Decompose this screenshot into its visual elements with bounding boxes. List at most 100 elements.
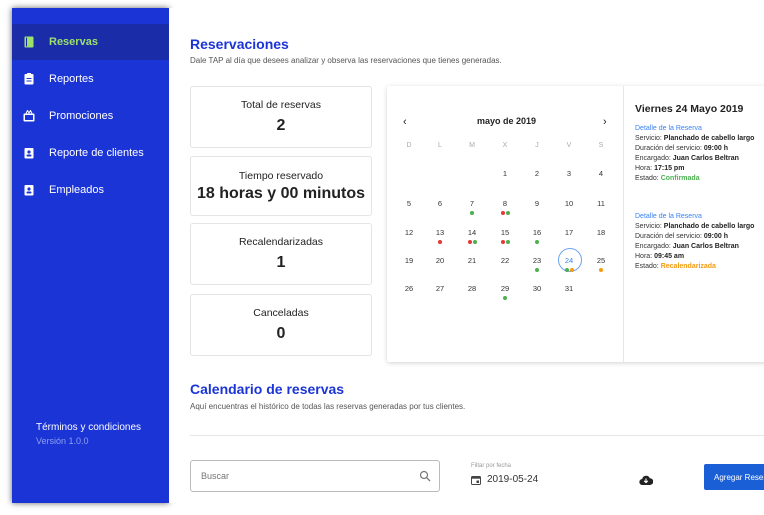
calendar-day[interactable]: 18 [591, 228, 611, 237]
reservation-dots [527, 268, 547, 272]
calendar-day[interactable]: 27 [430, 284, 450, 293]
weekday-label: L [438, 142, 442, 149]
calendar-panel: ‹ mayo de 2019 › D L M X J V S 1 2 3 4 5 6 7 8 9 10 11 12 1… [387, 86, 764, 362]
calendar-day[interactable]: 9 [527, 199, 547, 208]
time-label: Hora: [635, 253, 653, 260]
sidebar-item-reportes[interactable]: Reportes [12, 61, 169, 97]
badge-icon [24, 148, 34, 159]
calendar-day[interactable]: 7 [462, 199, 482, 208]
calendar-day[interactable]: 12 [399, 228, 419, 237]
calendar-day[interactable]: 5 [399, 199, 419, 208]
next-month-button[interactable]: › [603, 116, 607, 128]
reservation-dot [470, 211, 474, 215]
prev-month-button[interactable]: ‹ [403, 116, 407, 128]
calendar-day[interactable]: 3 [559, 169, 579, 178]
section-title: Calendario de reservas [190, 381, 345, 397]
reservation-detail: Detalle de la Reserva Servicio: Planchad… [635, 212, 754, 272]
reservation-dots [462, 240, 482, 244]
calendar-day[interactable]: 4 [591, 169, 611, 178]
calendar-day[interactable]: 22 [495, 256, 515, 265]
status-label: Estado: [635, 175, 659, 182]
add-reservation-button[interactable]: Agregar Reserva [704, 464, 764, 490]
calendar-day[interactable]: 14 [462, 228, 482, 237]
reservation-dot [569, 268, 574, 272]
time-value: 17:15 pm [654, 165, 685, 172]
sidebar-item-reporte-clientes[interactable]: Reporte de clientes [12, 135, 169, 171]
time-value: 09:45 am [654, 253, 685, 260]
calendar-day[interactable]: 23 [527, 256, 547, 265]
status-badge: Confirmada [660, 175, 700, 182]
calendar-day[interactable]: 11 [591, 199, 611, 208]
calendar-day[interactable]: 10 [559, 199, 579, 208]
reservation-dots [495, 296, 515, 300]
search-input[interactable] [199, 470, 413, 482]
reservation-dot [438, 240, 442, 244]
calendar-day[interactable]: 20 [430, 256, 450, 265]
calendar-day[interactable]: 2 [527, 169, 547, 178]
divider [190, 435, 764, 436]
sidebar-item-label: Empleados [49, 184, 105, 196]
weekday-label: J [535, 142, 539, 149]
calendar-day[interactable]: 30 [527, 284, 547, 293]
calendar-day[interactable]: 24 [559, 256, 579, 265]
reservation-dots [591, 268, 611, 272]
stat-value: 2 [276, 117, 286, 134]
main-content: Reservaciones Dale TAP al día que desees… [169, 8, 764, 503]
staff-value: Juan Carlos Beltran [672, 243, 739, 250]
date-filter[interactable]: 2019-05-24 [471, 474, 538, 485]
stat-card-recalendarizadas: Recalendarizadas 1 [190, 223, 372, 285]
calendar-day[interactable]: 31 [559, 284, 579, 293]
sidebar: Reservas Reportes Promociones Reporte de… [12, 8, 169, 503]
calendar-day[interactable]: 15 [495, 228, 515, 237]
weekday-label: D [406, 142, 412, 149]
reservation-dot [467, 240, 472, 244]
sidebar-item-empleados[interactable]: Empleados [12, 172, 169, 208]
calendar-day[interactable]: 13 [430, 228, 450, 237]
stat-title: Tiempo reservado [238, 170, 324, 182]
calendar-day[interactable]: 19 [399, 256, 419, 265]
detail-link[interactable]: Detalle de la Reserva [635, 212, 754, 222]
version-label: Versión 1.0.0 [36, 436, 89, 446]
calendar-day[interactable]: 17 [559, 228, 579, 237]
page-title: Reservaciones [190, 36, 289, 52]
reservation-dot [535, 268, 539, 272]
calendar-day[interactable]: 29 [495, 284, 515, 293]
stat-title: Total de reservas [241, 99, 321, 111]
stat-card-canceladas: Canceladas 0 [190, 294, 372, 356]
calendar-day[interactable]: 8 [495, 199, 515, 208]
sidebar-item-label: Reporte de clientes [49, 147, 144, 159]
stat-value: 0 [276, 325, 286, 342]
service-value: Planchado de cabello largo [663, 223, 755, 230]
detail-link[interactable]: Detalle de la Reserva [635, 124, 754, 134]
sidebar-item-reservas[interactable]: Reservas [12, 24, 169, 60]
search-icon[interactable] [419, 470, 431, 482]
weekday-label: S [598, 142, 604, 149]
stat-card-total: Total de reservas 2 [190, 86, 372, 148]
cloud-download-icon[interactable] [639, 474, 653, 486]
calendar-day[interactable]: 28 [462, 284, 482, 293]
filter-date-value: 2019-05-24 [487, 474, 539, 485]
calendar-day[interactable]: 26 [399, 284, 419, 293]
calendar-day[interactable]: 6 [430, 199, 450, 208]
calendar-icon [471, 475, 481, 485]
stat-value: 18 horas y 00 minutos [196, 185, 366, 202]
service-label: Servicio: [635, 223, 662, 230]
stat-value: 1 [276, 254, 286, 271]
duration-label: Duración del servicio: [635, 145, 702, 152]
reservation-dot [505, 240, 510, 244]
calendar-day[interactable]: 1 [495, 169, 515, 178]
reservation-dot [564, 268, 569, 272]
terms-link[interactable]: Términos y condiciones [36, 422, 141, 433]
calendar-day[interactable]: 25 [591, 256, 611, 265]
reservation-dots [527, 240, 547, 244]
calendar-day[interactable]: 16 [527, 228, 547, 237]
reservation-dot [503, 296, 507, 300]
weekday-label: M [469, 142, 475, 149]
reservation-dots [462, 211, 482, 215]
duration-label: Duración del servicio: [635, 233, 702, 240]
clipboard-icon [24, 73, 34, 85]
stat-title: Recalendarizadas [238, 236, 324, 248]
weekday-label: V [566, 142, 572, 149]
sidebar-item-promociones[interactable]: Promociones [12, 98, 169, 134]
calendar-day[interactable]: 21 [462, 256, 482, 265]
